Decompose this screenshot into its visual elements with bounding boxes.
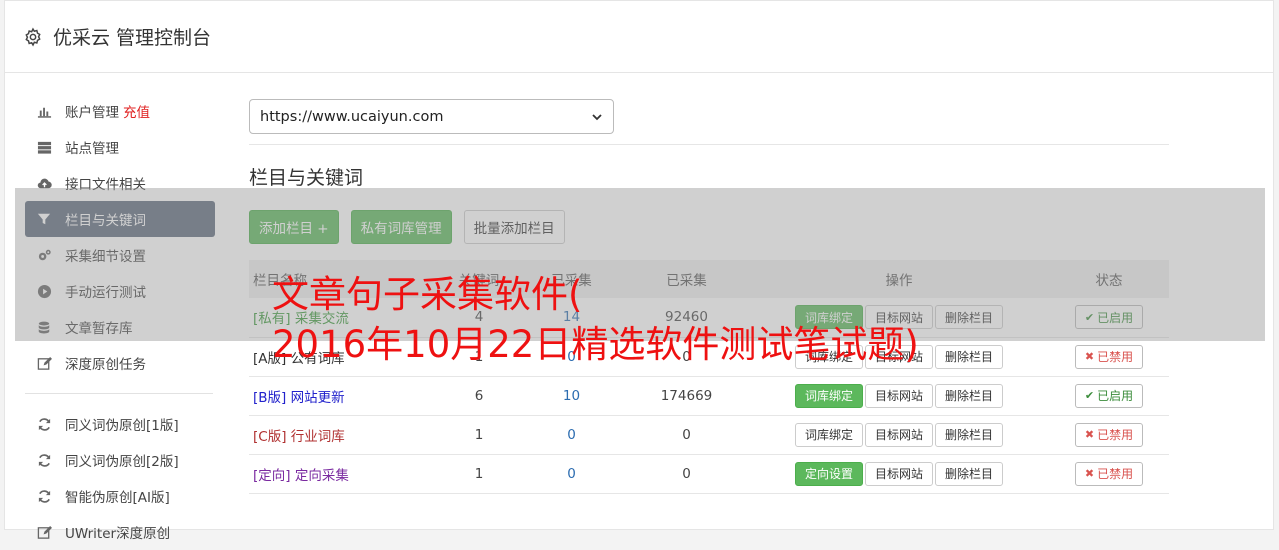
sidebar-item[interactable]: 同义词伪原创[1版]	[25, 406, 215, 442]
x-icon: ✖	[1084, 350, 1095, 363]
cell-collected: 0	[624, 454, 749, 493]
cell-collected: 174669	[624, 376, 749, 415]
column-tag: [C版]	[253, 428, 287, 445]
column-name-link[interactable]: [C版] 行业词库	[253, 429, 345, 445]
delete-column-button[interactable]: 删除栏目	[935, 461, 1004, 486]
cell-status: ✔ 已启用	[1049, 376, 1169, 415]
status-toggle-button[interactable]: ✔ 已启用	[1074, 383, 1144, 408]
site-select[interactable]: https://www.ucaiyun.com	[249, 99, 614, 134]
bind-lib-button[interactable]: 词库绑定	[794, 422, 863, 447]
watermark-line-1: 文章句子采集软件(	[272, 273, 583, 316]
bind-lib-button[interactable]: 词库绑定	[794, 383, 863, 408]
cell-status: ✖ 已禁用	[1049, 415, 1169, 454]
status-toggle-button[interactable]: ✖ 已禁用	[1074, 344, 1144, 369]
delete-column-button[interactable]: 删除栏目	[935, 383, 1004, 408]
column-tag: [B版]	[253, 389, 287, 406]
cell-count-a: 1	[439, 415, 519, 454]
sidebar-item-label: 同义词伪原创[1版]	[65, 418, 179, 434]
sidebar-item[interactable]: 同义词伪原创[2版]	[25, 442, 215, 478]
refresh-icon	[36, 452, 52, 468]
collected-count: 0	[682, 465, 691, 482]
sidebar-divider	[25, 393, 213, 394]
cell-status: ✖ 已禁用	[1049, 454, 1169, 493]
count-b-link[interactable]: 0	[567, 427, 576, 443]
cell-count-b: 0	[519, 415, 624, 454]
refresh-icon	[36, 416, 52, 432]
recharge-link[interactable]: 充值	[123, 101, 150, 121]
status-label: 已禁用	[1097, 467, 1134, 481]
cell-count-a: 6	[439, 376, 519, 415]
column-name: 网站更新	[290, 389, 345, 406]
edit-icon	[36, 524, 52, 540]
cell-collected: 0	[624, 415, 749, 454]
x-icon: ✖	[1084, 467, 1095, 480]
count-a: 6	[474, 387, 484, 404]
sidebar-item[interactable]: 站点管理	[25, 129, 215, 165]
collected-count: 0	[682, 426, 691, 443]
refresh-icon	[36, 488, 52, 504]
sidebar-item-label: 站点管理	[65, 141, 119, 157]
site-select-value: https://www.ucaiyun.com	[260, 108, 444, 125]
sidebar-item[interactable]: UWriter深度原创	[25, 514, 215, 550]
status-toggle-button[interactable]: ✖ 已禁用	[1074, 422, 1144, 447]
x-icon: ✖	[1084, 428, 1095, 441]
cell-count-b: 10	[519, 376, 624, 415]
column-name-link[interactable]: [B版] 网站更新	[253, 390, 345, 406]
target-site-button[interactable]: 目标网站	[864, 461, 933, 486]
column-name: 定向采集	[294, 467, 349, 484]
gear-icon	[25, 27, 41, 46]
watermark-text: 文章句子采集软件( 2016年10月22日精选软件测试笔试题)	[272, 270, 919, 370]
count-b-link[interactable]: 10	[563, 388, 580, 404]
divider	[249, 144, 1169, 145]
cell-count-b: 0	[519, 454, 624, 493]
server-icon	[36, 139, 52, 155]
target-site-button[interactable]: 目标网站	[864, 422, 933, 447]
table-row: [定向] 定向采集 1 0 0 定向设置 目标网站 删除栏目 ✖ 已禁用	[249, 454, 1169, 493]
collected-count: 174669	[660, 387, 713, 404]
cell-count-a: 1	[439, 454, 519, 493]
cell-name: [定向] 定向采集	[249, 454, 439, 493]
edit-icon	[36, 355, 52, 371]
column-name-link[interactable]: [定向] 定向采集	[253, 468, 349, 484]
sidebar-item-label: 账户管理	[65, 105, 119, 121]
status-label: 已启用	[1097, 389, 1134, 403]
cell-status: ✖ 已禁用	[1049, 337, 1169, 376]
status-toggle-button[interactable]: ✖ 已禁用	[1074, 461, 1144, 486]
watermark-line-2: 2016年10月22日精选软件测试笔试题)	[272, 323, 919, 366]
column-tag: [定向]	[253, 467, 291, 484]
target-site-button[interactable]: 目标网站	[864, 383, 933, 408]
check-icon: ✔	[1084, 389, 1095, 402]
app-header: 优采云 管理控制台	[5, 1, 1273, 73]
cell-ops: 定向设置 目标网站 删除栏目	[749, 454, 1049, 493]
count-a: 1	[474, 465, 484, 482]
sidebar-item-label: UWriter深度原创	[65, 526, 171, 542]
sidebar-item-label: 智能伪原创[AI版]	[65, 490, 170, 506]
sidebar-item[interactable]: 账户管理 充值	[25, 93, 215, 129]
column-name: 行业词库	[290, 428, 345, 445]
cell-ops: 词库绑定 目标网站 删除栏目	[749, 415, 1049, 454]
table-row: [B版] 网站更新 6 10 174669 词库绑定 目标网站 删除栏目 ✔ 已启用	[249, 376, 1169, 415]
sidebar-item-label: 同义词伪原创[2版]	[65, 454, 179, 470]
cell-ops: 词库绑定 目标网站 删除栏目	[749, 376, 1049, 415]
app-title: 优采云 管理控制台	[53, 27, 212, 49]
delete-column-button[interactable]: 删除栏目	[935, 422, 1004, 447]
sidebar-item[interactable]: 智能伪原创[AI版]	[25, 478, 215, 514]
chevron-down-icon	[592, 113, 602, 120]
count-a: 1	[474, 426, 484, 443]
sidebar-item[interactable]: 深度原创任务	[25, 345, 215, 381]
status-label: 已禁用	[1097, 428, 1134, 442]
delete-column-button[interactable]: 删除栏目	[935, 344, 1004, 369]
bar-chart-icon	[36, 103, 52, 119]
bind-lib-button[interactable]: 定向设置	[794, 461, 863, 486]
section-title: 栏目与关键词	[249, 167, 364, 189]
sidebar-item-label: 深度原创任务	[65, 357, 146, 373]
count-b-link[interactable]: 0	[567, 466, 576, 482]
cell-name: [C版] 行业词库	[249, 415, 439, 454]
cell-name: [B版] 网站更新	[249, 376, 439, 415]
table-row: [C版] 行业词库 1 0 0 词库绑定 目标网站 删除栏目 ✖ 已禁用	[249, 415, 1169, 454]
status-label: 已禁用	[1097, 350, 1134, 364]
